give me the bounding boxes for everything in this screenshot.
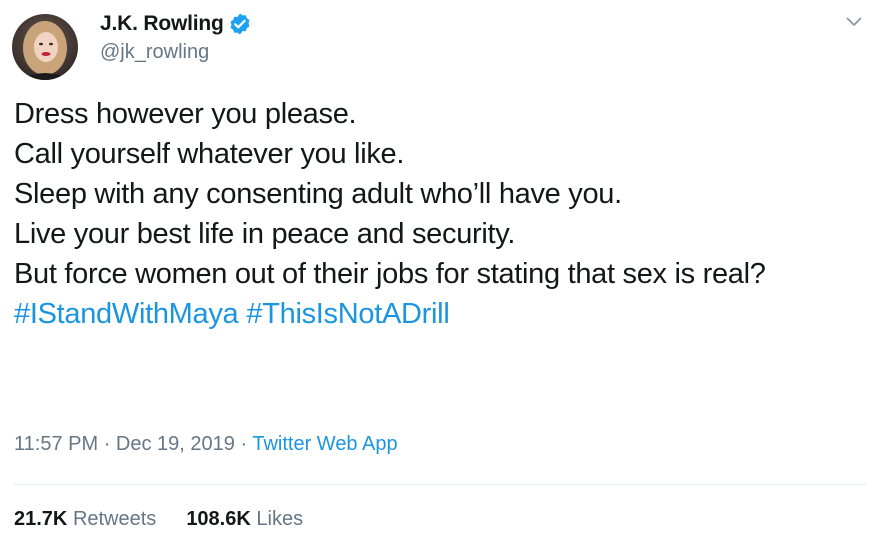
profile-photo-icon [12,14,78,80]
tweet-meta: 11:57 PM · Dec 19, 2019 · Twitter Web Ap… [14,433,398,456]
tweet-time[interactable]: 11:57 PM [14,433,98,455]
hashtag-link[interactable]: #ThisIsNotADrill [246,298,449,330]
meta-separator: · [240,433,248,455]
likes-label: Likes [256,508,304,530]
tweet-line: Call yourself whatever you like. [14,138,405,170]
likes-stat[interactable]: 108.6K Likes [186,508,303,531]
tweet-text: Dress however you please. Call yourself … [14,94,854,334]
tweet-card: J.K. Rowling @jk_rowling Dress however y… [0,0,873,553]
tweet-line: Sleep with any consenting adult who’ll h… [14,178,622,210]
author-name[interactable]: J.K. Rowling [100,12,224,36]
hashtags: #IStandWithMaya #ThisIsNotADrill [14,294,854,334]
tweet-date[interactable]: Dec 19, 2019 [116,433,235,455]
tweet-line: Live your best life in peace and securit… [14,218,516,250]
author-handle[interactable]: @jk_rowling [100,41,209,64]
retweets-label: Retweets [72,508,157,530]
tweet-line: Dress however you please. [14,98,357,130]
retweets-stat[interactable]: 21.7K Retweets [14,508,156,531]
avatar[interactable] [12,14,78,80]
likes-count: 108.6K [186,508,251,530]
tweet-stats: 21.7K Retweets 108.6K Likes [14,508,303,531]
hashtag-link[interactable]: #IStandWithMaya [14,298,239,330]
more-options-chevron-down-icon[interactable] [842,10,866,34]
tweet-line: But force women out of their jobs for st… [14,258,766,290]
meta-separator: · [103,433,111,455]
retweets-count: 21.7K [14,508,68,530]
tweet-source-link[interactable]: Twitter Web App [252,433,397,455]
author-name-row: J.K. Rowling [100,10,252,38]
verified-badge-icon [228,12,252,36]
divider [14,484,866,485]
